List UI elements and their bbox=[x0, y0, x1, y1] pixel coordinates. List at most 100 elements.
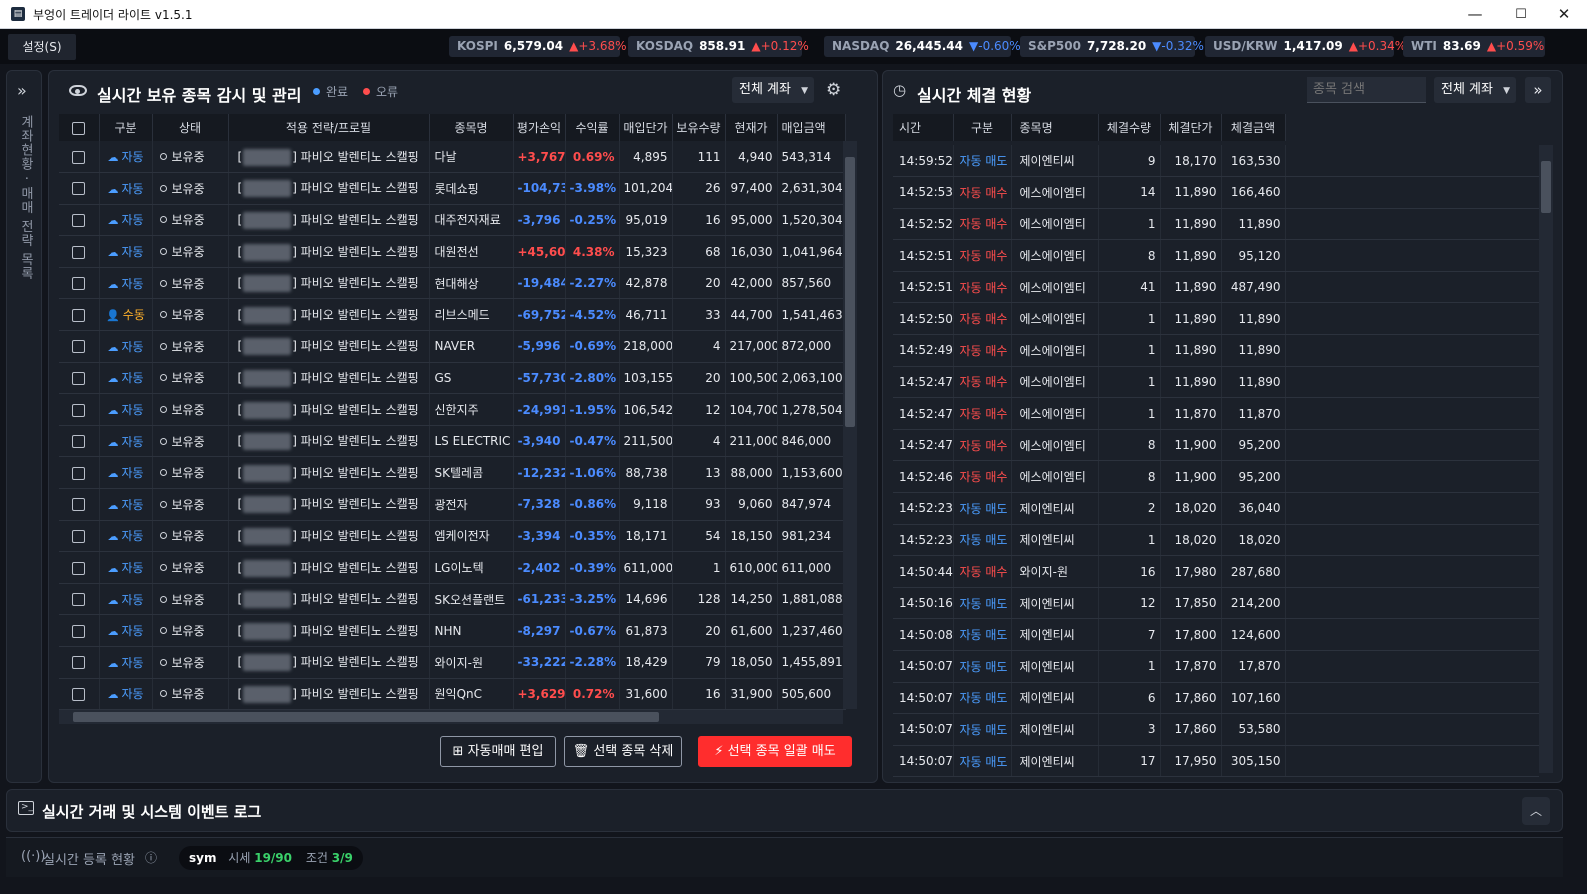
table-row[interactable]: ☁ 자동 보유중[] 파비오 발렌티노 스캘핑 현대해상 -19,484 -2.27% 42… bbox=[59, 267, 846, 300]
row-checkbox[interactable] bbox=[59, 520, 100, 553]
table-row[interactable]: 👤 수동 보유중[] 파비오 발렌티노 스캘핑 리브스메드 -69,752 -4.52% 4… bbox=[59, 298, 846, 332]
gear-icon[interactable]: ⚙ bbox=[826, 80, 841, 100]
table-row[interactable]: 14:52:53 자동 매수 에스에이엠티 14 11,890 166,460 bbox=[893, 176, 1539, 209]
checkbox[interactable] bbox=[72, 403, 86, 417]
help-circle-icon[interactable]: ⓘ bbox=[145, 849, 157, 866]
col-header[interactable]: 시간 bbox=[893, 114, 954, 141]
table-row[interactable]: ☁ 자동 보유중[] 파비오 발렌티노 스캘핑 LG이노텍 -2,402 -0.39% 61… bbox=[59, 551, 846, 584]
table-row[interactable]: 14:50:07 자동 매도 제이엔티씨 1 17,870 17,870 bbox=[893, 650, 1539, 683]
col-header[interactable]: 체결단가 bbox=[1160, 114, 1222, 141]
row-checkbox[interactable] bbox=[59, 330, 100, 363]
table-row[interactable]: ☁ 자동 보유중[] 파비오 발렌티노 스캘핑 와이지-원 -33,222 -2.28% 1… bbox=[59, 646, 846, 679]
table-row[interactable]: ☁자동 보유중 [] 파비오 발렌티노 스캘핑대원전선+45,6084.38%15,… bbox=[59, 235, 846, 268]
table-row[interactable]: 14:52:49 자동 매수 에스에이엠티 1 11,890 11,890 bbox=[893, 334, 1539, 367]
table-row[interactable]: 14:50:07 자동 매도 제이엔티씨 17 17,950 305,150 bbox=[893, 745, 1539, 778]
checkbox[interactable] bbox=[72, 593, 86, 607]
table-row[interactable]: ☁자동 보유중 [] 파비오 발렌티노 스캘핑롯데쇼핑-104,737-3.98%1… bbox=[59, 172, 846, 205]
table-row[interactable]: 14:59:52 자동 매도 제이엔티씨 9 18,170 163,530 bbox=[893, 145, 1539, 178]
row-checkbox[interactable] bbox=[59, 583, 100, 616]
col-header[interactable]: 체결수량 bbox=[1098, 114, 1161, 141]
checkbox[interactable] bbox=[72, 277, 86, 291]
table-row[interactable]: 14:52:47 자동 매수 에스에이엠티 1 11,890 11,890 bbox=[893, 366, 1539, 399]
checkbox[interactable] bbox=[72, 340, 86, 354]
row-checkbox[interactable] bbox=[59, 456, 100, 490]
table-row[interactable]: 14:52:23 자동 매도 제이엔티씨 2 18,020 36,040 bbox=[893, 492, 1539, 525]
checkbox[interactable] bbox=[72, 529, 86, 543]
sell-all-selected-button[interactable]: ⚡ 선택 종목 일괄 매도 bbox=[698, 736, 852, 767]
row-checkbox[interactable] bbox=[59, 204, 100, 237]
row-checkbox[interactable] bbox=[59, 488, 100, 521]
col-header[interactable]: 매입단가 bbox=[619, 114, 673, 141]
col-header[interactable]: 체결금액 bbox=[1221, 114, 1286, 141]
table-row[interactable]: ☁ 자동 보유중[] 파비오 발렌티노 스캘핑 엠케이전자 -3,394 -0.35% 18… bbox=[59, 520, 846, 553]
holdings-horizontal-scrollbar[interactable] bbox=[59, 710, 843, 724]
checkbox[interactable] bbox=[72, 182, 86, 196]
table-row[interactable]: ☁ 자동 보유중[] 파비오 발렌티노 스캘핑 SK텔레콤 -12,232 -1.06% 8… bbox=[59, 456, 846, 490]
table-row[interactable]: 14:52:46 자동 매수 에스에이엠티 8 11,900 95,200 bbox=[893, 460, 1539, 494]
table-row[interactable]: 14:50:44 자동 매수 와이지-원 16 17,980 287,680 bbox=[893, 555, 1539, 588]
checkbox[interactable] bbox=[72, 624, 86, 638]
table-row[interactable]: ☁ 자동 보유중 [] 파비오 발렌티노 스캘핑 NHN -8,297 -0.67% 61,8… bbox=[59, 614, 846, 647]
table-row[interactable]: 14:52:47 자동 매수 에스에이엠티 8 11,900 95,200 bbox=[893, 429, 1539, 462]
table-row[interactable]: 14:52:50 자동 매수 에스에이엠티 1 11,890 11,890 bbox=[893, 302, 1539, 336]
col-header[interactable]: 현재가 bbox=[725, 114, 778, 141]
checkbox[interactable] bbox=[72, 561, 86, 575]
holdings-vertical-scrollbar[interactable] bbox=[843, 141, 857, 709]
table-row[interactable]: ☁ 자동 보유중 [] 파비오 발렌티노 스캘핑 SK오션플랜트 -61,233 -3.25… bbox=[59, 583, 846, 616]
table-row[interactable]: ☁ 자동 보유중[] 파비오 발렌티노 스캘핑 대주전자재료 -3,796 -0.25% 9… bbox=[59, 204, 846, 237]
table-row[interactable]: ☁ 자동 보유중[] 파비오 발렌티노 스캘핑 원익QnC +3,629 0.72% 31,… bbox=[59, 678, 846, 711]
close-button[interactable]: ✕ bbox=[1541, 0, 1587, 29]
checkbox[interactable] bbox=[72, 245, 86, 259]
table-row[interactable]: ☁ 자동 보유중 [] 파비오 발렌티노 스캘핑 LS ELECTRIC -3,940 -0… bbox=[59, 425, 846, 458]
row-checkbox[interactable] bbox=[59, 235, 100, 268]
col-header[interactable]: 보유수량 bbox=[672, 114, 726, 141]
maximize-button[interactable]: ☐ bbox=[1498, 0, 1544, 29]
col-header[interactable]: 종목명 bbox=[429, 114, 514, 141]
row-checkbox[interactable] bbox=[59, 267, 100, 300]
table-row[interactable]: ☁ 자동 보유중 [] 파비오 발렌티노 스캘핑 다날 +3,767 0.69% 4,895 1… bbox=[59, 141, 846, 174]
checkbox[interactable] bbox=[72, 435, 86, 449]
col-header[interactable]: 구분 bbox=[953, 114, 1012, 141]
row-checkbox[interactable] bbox=[59, 172, 100, 205]
checkbox[interactable] bbox=[72, 466, 86, 480]
col-header[interactable]: 적용 전략/프로필 bbox=[228, 114, 430, 141]
row-checkbox[interactable] bbox=[59, 678, 100, 711]
col-header[interactable]: 매입금액 bbox=[777, 114, 846, 141]
table-row[interactable]: 14:52:47 자동 매수 에스에이엠티 1 11,870 11,870 bbox=[893, 397, 1539, 430]
event-log-bar[interactable]: >_ 실시간 거래 및 시스템 이벤트 로그 ︿ bbox=[6, 789, 1563, 832]
checkbox[interactable] bbox=[72, 213, 86, 227]
expand-sidebar-icon[interactable]: » bbox=[17, 81, 27, 100]
select-all-checkbox[interactable] bbox=[59, 114, 100, 141]
checkbox[interactable] bbox=[72, 371, 86, 385]
table-row[interactable]: 14:52:51 자동 매수 에스에이엠티 8 11,890 95,120 bbox=[893, 239, 1539, 272]
checkbox[interactable] bbox=[72, 687, 86, 701]
executions-account-select[interactable]: 전체 계좌 ▼ bbox=[1434, 77, 1516, 103]
table-row[interactable]: 14:50:07 자동 매도 제이엔티씨 6 17,860 107,160 bbox=[893, 682, 1539, 715]
col-header[interactable]: 구분 bbox=[99, 114, 153, 141]
checkbox[interactable] bbox=[72, 150, 86, 164]
settings-menu[interactable]: 설정(S) bbox=[8, 34, 76, 60]
checkbox[interactable] bbox=[72, 308, 86, 322]
table-row[interactable]: ☁ 자동 보유중[] 파비오 발렌티노 스캘핑 NAVER -5,996 -0.69% 21… bbox=[59, 330, 846, 363]
scroll-thumb[interactable] bbox=[845, 157, 855, 427]
chevron-up-icon[interactable]: ︿ bbox=[1522, 797, 1550, 825]
table-row[interactable]: ☁ 자동 보유중[] 파비오 발렌티노 스캘핑 신한지주 -24,991 -1.95% 10… bbox=[59, 393, 846, 426]
table-row[interactable]: ☁ 자동 보유중 [] 파비오 발렌티노 스캘핑 GS -57,730 -2.80% 103,… bbox=[59, 362, 846, 395]
row-checkbox[interactable] bbox=[59, 646, 100, 679]
table-row[interactable]: 14:50:08 자동 매도 제이엔티씨 7 17,800 124,600 bbox=[893, 618, 1539, 651]
row-checkbox[interactable] bbox=[59, 614, 100, 647]
row-checkbox[interactable] bbox=[59, 393, 100, 426]
col-header[interactable]: 종목명 bbox=[1011, 114, 1099, 141]
col-header[interactable]: 상태 bbox=[152, 114, 229, 141]
table-row[interactable]: ☁ 자동 보유중 [] 파비오 발렌티노 스캘핑 광전자 -7,328 -0.86% 9,11… bbox=[59, 488, 846, 521]
minimize-button[interactable]: — bbox=[1452, 0, 1498, 29]
stock-search-input[interactable] bbox=[1307, 77, 1426, 103]
table-row[interactable]: 14:50:16 자동 매도 제이엔티씨 12 17,850 214,200 bbox=[893, 587, 1539, 620]
checkbox[interactable] bbox=[72, 498, 86, 512]
expand-panel-icon[interactable]: » bbox=[1525, 77, 1551, 103]
checkbox[interactable] bbox=[72, 656, 86, 670]
table-row[interactable]: 14:50:07 자동 매도 제이엔티씨 3 17,860 53,580 bbox=[893, 713, 1539, 746]
table-row[interactable]: 14:52:23 자동 매도 제이엔티씨 1 18,020 18,020 bbox=[893, 524, 1539, 557]
row-checkbox[interactable] bbox=[59, 141, 100, 174]
table-row[interactable]: 14:52:51 자동 매수 에스에이엠티 41 11,890 487,490 bbox=[893, 271, 1539, 304]
